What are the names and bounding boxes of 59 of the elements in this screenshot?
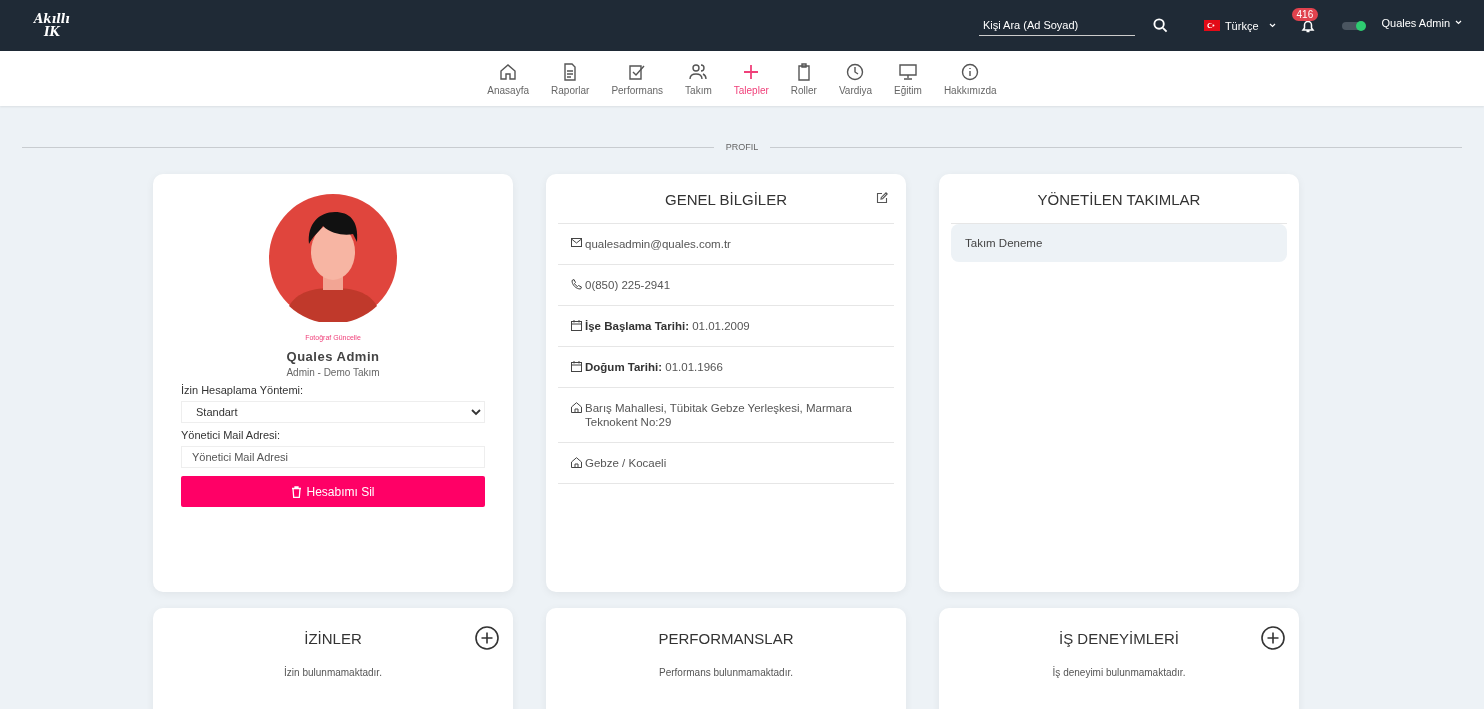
delete-account-button[interactable]: Hesabımı Sil [181,476,485,507]
info-text: Doğum Tarihi: 01.01.1966 [585,360,723,374]
card-title: GENEL BİLGİLER [665,191,787,208]
calendar-icon [571,361,582,372]
phone-icon [571,279,582,290]
nav-tab[interactable]: Performans [611,61,664,96]
field-label: İzin Hesaplama Yöntemi: [181,384,305,396]
card-title: İŞ DENEYİMLERİ [1059,630,1179,647]
add-icon[interactable] [475,626,499,650]
monitor-icon [897,61,918,82]
clock-icon [845,61,866,82]
flag-icon [1203,20,1220,31]
section-title: PROFIL [725,142,759,152]
search-icon[interactable] [1152,18,1168,33]
theme-toggle[interactable] [1341,21,1364,30]
empty-message: İzin bulunmamaktadır. [284,667,382,678]
field-label: Yönetici Mail Adresi: [181,429,282,441]
nav-tab[interactable]: Eğitim [894,61,922,96]
logo[interactable]: Akıllı IK [34,12,70,39]
nav-tab[interactable]: Anasayfa [487,61,530,96]
trash-icon [291,485,303,498]
card-title: İZİNLER [304,630,362,647]
info-text: İşe Başlama Tarihi: 01.01.2009 [585,319,750,333]
language-selector[interactable]: Türkçe [1203,19,1276,32]
nav-tab[interactable]: Raporlar [551,61,590,96]
calendar-icon [571,320,582,331]
envelope-icon [571,238,582,247]
manager-mail-field[interactable]: Yönetici Mail Adresi [181,446,485,468]
people-icon [688,61,709,82]
nav-tab[interactable]: Vardiya [838,61,873,96]
info-icon [960,61,981,82]
nav-tab[interactable]: Takım [685,61,712,96]
card-title: YÖNETİLEN TAKIMLAR [1037,191,1201,208]
chevron-down-icon [471,408,481,416]
nav-tab[interactable]: Talepler [733,61,769,96]
chevron-down-icon [1268,23,1276,28]
home-icon [498,61,519,82]
home-icon [571,402,582,413]
team-item[interactable]: Takım Deneme [951,224,1287,262]
search-field[interactable]: Kişi Ara (Ad Soyad) [978,15,1135,36]
notification-badge: 416 [1291,7,1319,21]
home-icon [571,457,582,468]
profile-role: Admin - Demo Takım [286,367,380,378]
info-text: Gebze / Kocaeli [585,456,667,470]
card-title: PERFORMANSLAR [658,630,794,647]
chevron-down-icon [1455,20,1462,25]
profile-name: Quales Admin [286,349,380,364]
empty-message: İş deneyimi bulunmamaktadır. [1052,667,1186,678]
info-text: Barış Mahallesi, Tübitak Gebze Yerleşkesi, Marmara Teknokent No:29 [585,401,853,429]
avatar-silhouette[interactable] [269,194,397,322]
info-text: qualesadmin@quales.com.tr [585,237,731,251]
leave-method-select[interactable]: Standart [181,401,485,423]
user-menu[interactable]: Quales Admin [1381,16,1462,29]
info-text: 0(850) 225-2941 [585,278,671,292]
add-icon[interactable] [1261,626,1285,650]
empty-message: Performans bulunmamaktadır. [659,667,793,678]
edit-icon[interactable] [876,192,888,204]
nav-tab[interactable]: Hakkımızda [943,61,997,96]
nav-tab[interactable]: Roller [790,61,817,96]
